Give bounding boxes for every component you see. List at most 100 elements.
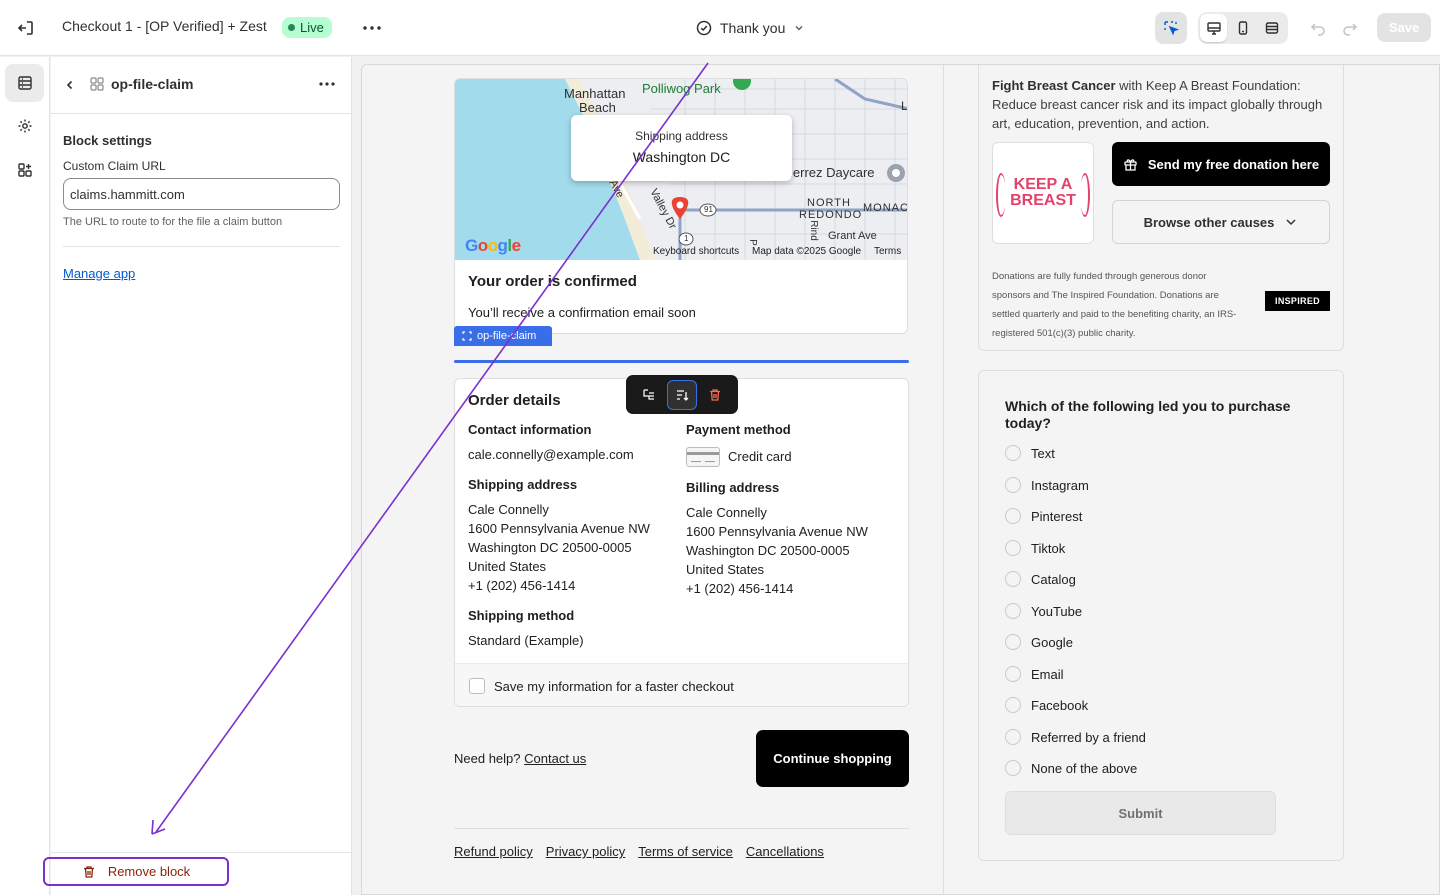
logo-line: BREAST xyxy=(1010,192,1076,209)
live-dot-icon xyxy=(288,24,295,31)
cancellations-link[interactable]: Cancellations xyxy=(746,844,824,859)
radio-button[interactable] xyxy=(1005,634,1021,650)
claim-url-input[interactable] xyxy=(63,178,340,210)
radio-button[interactable] xyxy=(1005,508,1021,524)
survey-question: Which of the following led you to purcha… xyxy=(1005,398,1291,431)
undo-button[interactable] xyxy=(1306,16,1330,40)
privacy-policy-link[interactable]: Privacy policy xyxy=(546,844,625,859)
settings-nav-button[interactable] xyxy=(5,107,44,145)
survey-option[interactable]: Google xyxy=(1005,633,1073,651)
survey-card: Which of the following led you to purcha… xyxy=(978,370,1344,861)
shipping-heading: Shipping address xyxy=(468,477,578,492)
survey-submit-button[interactable]: Submit xyxy=(1005,791,1276,835)
save-button[interactable]: Save xyxy=(1377,13,1431,42)
billing-line: 1600 Pennsylvania Avenue NW xyxy=(686,524,868,539)
mobile-view-button[interactable] xyxy=(1229,14,1256,42)
block-more-button[interactable] xyxy=(315,73,339,95)
exit-button[interactable] xyxy=(14,16,38,40)
apps-icon xyxy=(17,163,32,177)
desktop-view-button[interactable] xyxy=(1200,14,1228,42)
shipping-line: United States xyxy=(468,559,547,574)
radio-button[interactable] xyxy=(1005,571,1021,587)
radio-button[interactable] xyxy=(1005,697,1021,713)
desktop-icon xyxy=(1206,22,1221,35)
back-button[interactable] xyxy=(59,74,81,96)
order-details-card: Order details Contact information cale.c… xyxy=(454,378,909,707)
chevron-down-icon xyxy=(1286,219,1296,226)
sections-nav-button[interactable] xyxy=(5,64,44,102)
billing-line: +1 (202) 456-1414 xyxy=(686,581,794,596)
block-name: op-file-claim xyxy=(111,76,194,92)
select-parent-button[interactable] xyxy=(634,380,664,410)
survey-option[interactable]: Pinterest xyxy=(1005,507,1082,525)
radio-button[interactable] xyxy=(1005,729,1021,745)
manage-app-link[interactable]: Manage app xyxy=(63,266,135,281)
contact-us-link[interactable]: Contact us xyxy=(524,751,586,766)
selected-block-tag[interactable]: op-file-claim xyxy=(454,326,552,346)
map-label-l: L xyxy=(901,99,908,113)
radio-button[interactable] xyxy=(1005,477,1021,493)
layout-sections-icon xyxy=(17,76,32,90)
survey-option-label: Referred by a friend xyxy=(1031,729,1146,745)
donation-fine-print: Donations are fully funded through gener… xyxy=(992,271,1237,339)
page-selector-label: Thank you xyxy=(720,20,786,36)
survey-option[interactable]: Email xyxy=(1005,665,1064,683)
checkout-preview-canvas: Manhattan Beach Polliwog Park ierrez Day… xyxy=(361,64,1440,895)
radio-button[interactable] xyxy=(1005,760,1021,776)
shipping-line: Cale Connelly xyxy=(468,502,549,517)
browse-causes-button[interactable]: Browse other causes xyxy=(1112,200,1330,244)
survey-option[interactable]: Referred by a friend xyxy=(1005,728,1146,746)
survey-option[interactable]: YouTube xyxy=(1005,602,1082,620)
confirmation-subtitle: You’ll receive a confirmation email soon xyxy=(468,305,696,320)
app-block-icon xyxy=(90,77,104,91)
inspector-toggle-button[interactable] xyxy=(1155,12,1187,44)
donation-org-name: Fight Breast Cancer xyxy=(992,78,1116,93)
top-bar: Checkout 1 - [OP Verified] + Zest Live T… xyxy=(0,0,1440,56)
map-terms-link[interactable]: Terms xyxy=(874,246,901,257)
terms-of-service-link[interactable]: Terms of service xyxy=(638,844,733,859)
radio-button[interactable] xyxy=(1005,666,1021,682)
fullscreen-view-button[interactable] xyxy=(1259,14,1286,42)
redo-button[interactable] xyxy=(1338,16,1362,40)
chevron-down-icon xyxy=(795,25,803,31)
survey-option[interactable]: Instagram xyxy=(1005,476,1089,494)
survey-option[interactable]: None of the above xyxy=(1005,759,1137,777)
map-route-91: 91 xyxy=(704,205,713,214)
survey-option-label: None of the above xyxy=(1031,760,1138,776)
map-data-attribution: Map data ©2025 Google xyxy=(752,246,862,257)
delete-block-button[interactable] xyxy=(700,380,730,410)
survey-option[interactable]: Tiktok xyxy=(1005,539,1065,557)
map-label-grant-ave: Grant Ave xyxy=(828,230,877,242)
save-info-checkbox[interactable] xyxy=(469,678,485,694)
survey-option[interactable]: Catalog xyxy=(1005,570,1076,588)
send-donation-button[interactable]: Send my free donation here xyxy=(1112,142,1330,186)
refund-policy-link[interactable]: Refund policy xyxy=(454,844,533,859)
save-info-label[interactable]: Save my information for a faster checkou… xyxy=(494,679,734,694)
survey-option[interactable]: Facebook xyxy=(1005,696,1088,714)
radio-button[interactable] xyxy=(1005,445,1021,461)
continue-shopping-button[interactable]: Continue shopping xyxy=(756,730,909,787)
map-label-redondo: REDONDO xyxy=(799,209,863,221)
gear-icon xyxy=(18,119,31,133)
undo-icon xyxy=(1310,23,1325,36)
confirmation-title: Your order is confirmed xyxy=(468,273,637,290)
radio-button[interactable] xyxy=(1005,540,1021,556)
payment-value: Credit card xyxy=(728,449,792,464)
block-floating-toolbar xyxy=(626,375,738,414)
shipping-map[interactable]: Manhattan Beach Polliwog Park ierrez Day… xyxy=(455,79,908,260)
more-actions-button[interactable] xyxy=(360,16,384,40)
map-label-polliwog: Polliwog Park xyxy=(642,81,721,96)
footer-divider xyxy=(454,828,909,829)
survey-option-label: Google xyxy=(1031,634,1073,650)
map-label-manhattan: Manhattan xyxy=(564,86,626,101)
survey-option[interactable]: Text xyxy=(1005,444,1055,462)
map-keyboard-shortcuts[interactable]: Keyboard shortcuts xyxy=(653,246,739,257)
shipping-line: +1 (202) 456-1414 xyxy=(468,578,576,593)
page-selector[interactable]: Thank you xyxy=(696,17,805,39)
remove-block-button[interactable]: Remove block xyxy=(43,857,229,886)
block-select-icon xyxy=(462,331,472,341)
move-block-button[interactable] xyxy=(666,379,697,410)
radio-button[interactable] xyxy=(1005,603,1021,619)
apps-nav-button[interactable] xyxy=(5,151,44,189)
settings-title: Block settings xyxy=(63,133,152,148)
